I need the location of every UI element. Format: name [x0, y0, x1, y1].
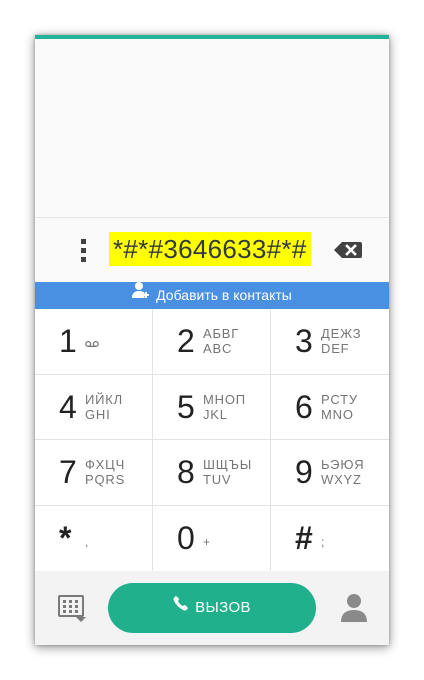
key-digit: 7	[59, 454, 77, 490]
dialed-number[interactable]: *#*#3646633#*#	[109, 232, 311, 266]
key-1[interactable]: 1	[35, 309, 153, 375]
add-to-contacts-button[interactable]: Добавить в контакты	[35, 282, 389, 309]
key-digit: 4	[59, 389, 77, 425]
key-letters-cyrillic: ШЩЪЫ	[203, 457, 253, 472]
add-to-contacts-label: Добавить в контакты	[156, 287, 292, 303]
key-letters-latin: TUV	[203, 472, 232, 487]
key-3[interactable]: 3 ДЕЖЗ DEF	[271, 309, 389, 375]
key-6[interactable]: 6 РСТУ MNO	[271, 375, 389, 440]
key-alt-symbol: ;	[321, 535, 325, 549]
key-letters-cyrillic: РСТУ	[321, 392, 358, 407]
key-letters-latin: GHI	[85, 407, 111, 422]
key-star[interactable]: * ,	[35, 506, 153, 571]
key-letters-latin: ABC	[203, 341, 233, 356]
key-alt-symbol: ,	[85, 535, 89, 549]
dialer-screen: *#*#3646633#*# Добавить в контакты 1 2 А…	[35, 35, 389, 645]
key-letters-latin: JKL	[203, 407, 228, 422]
key-alt-symbol: +	[203, 535, 211, 549]
dialpad: 1 2 АБВГ ABC 3 ДЕЖЗ DEF 4 ИЙКЛ GHI 5 МНО…	[35, 309, 389, 571]
key-letters-cyrillic: ЬЭЮЯ	[321, 457, 365, 472]
phone-icon	[173, 582, 189, 632]
key-9[interactable]: 9 ЬЭЮЯ WXYZ	[271, 440, 389, 506]
key-2[interactable]: 2 АБВГ ABC	[153, 309, 271, 375]
key-letters-latin: WXYZ	[321, 472, 362, 487]
key-letters-latin: PQRS	[85, 472, 126, 487]
key-letters-cyrillic: ДЕЖЗ	[321, 326, 362, 341]
key-8[interactable]: 8 ШЩЪЫ TUV	[153, 440, 271, 506]
key-letters-cyrillic: МНОП	[203, 392, 246, 407]
key-digit: #	[295, 520, 313, 556]
bottom-action-bar: ВЫЗОВ	[35, 571, 389, 645]
key-letters-cyrillic: ИЙКЛ	[85, 392, 123, 407]
call-button[interactable]: ВЫЗОВ	[108, 583, 316, 633]
backspace-icon[interactable]	[333, 240, 363, 260]
number-entry-row: *#*#3646633#*#	[35, 218, 389, 282]
dialpad-icon[interactable]	[58, 595, 86, 623]
key-7[interactable]: 7 ФХЦЧ PQRS	[35, 440, 153, 506]
add-person-icon	[132, 281, 150, 308]
key-digit: 8	[177, 454, 195, 490]
person-icon[interactable]	[340, 593, 368, 623]
call-log-area	[35, 39, 389, 218]
key-digit: 5	[177, 389, 195, 425]
key-digit: 1	[59, 323, 77, 359]
voicemail-icon	[85, 335, 99, 353]
key-letters-latin: MNO	[321, 407, 354, 422]
key-5[interactable]: 5 МНОП JKL	[153, 375, 271, 440]
key-0[interactable]: 0 +	[153, 506, 271, 571]
more-vert-icon[interactable]	[75, 238, 91, 266]
key-digit: *	[59, 520, 72, 556]
key-digit: 6	[295, 389, 313, 425]
key-digit: 2	[177, 323, 195, 359]
key-hash[interactable]: # ;	[271, 506, 389, 571]
key-letters-cyrillic: АБВГ	[203, 326, 240, 341]
key-digit: 0	[177, 520, 195, 556]
key-4[interactable]: 4 ИЙКЛ GHI	[35, 375, 153, 440]
call-button-label: ВЫЗОВ	[195, 599, 251, 616]
key-letters-cyrillic: ФХЦЧ	[85, 457, 126, 472]
key-letters-latin: DEF	[321, 341, 350, 356]
key-digit: 9	[295, 454, 313, 490]
key-digit: 3	[295, 323, 313, 359]
